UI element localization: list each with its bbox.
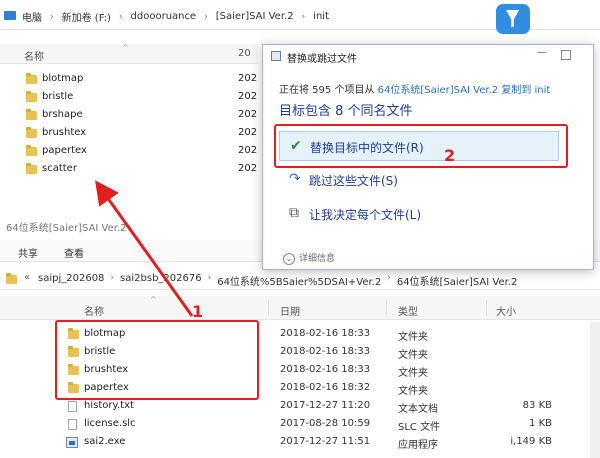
arrow-line: [95, 180, 194, 317]
annotation-arrow: [95, 180, 194, 317]
